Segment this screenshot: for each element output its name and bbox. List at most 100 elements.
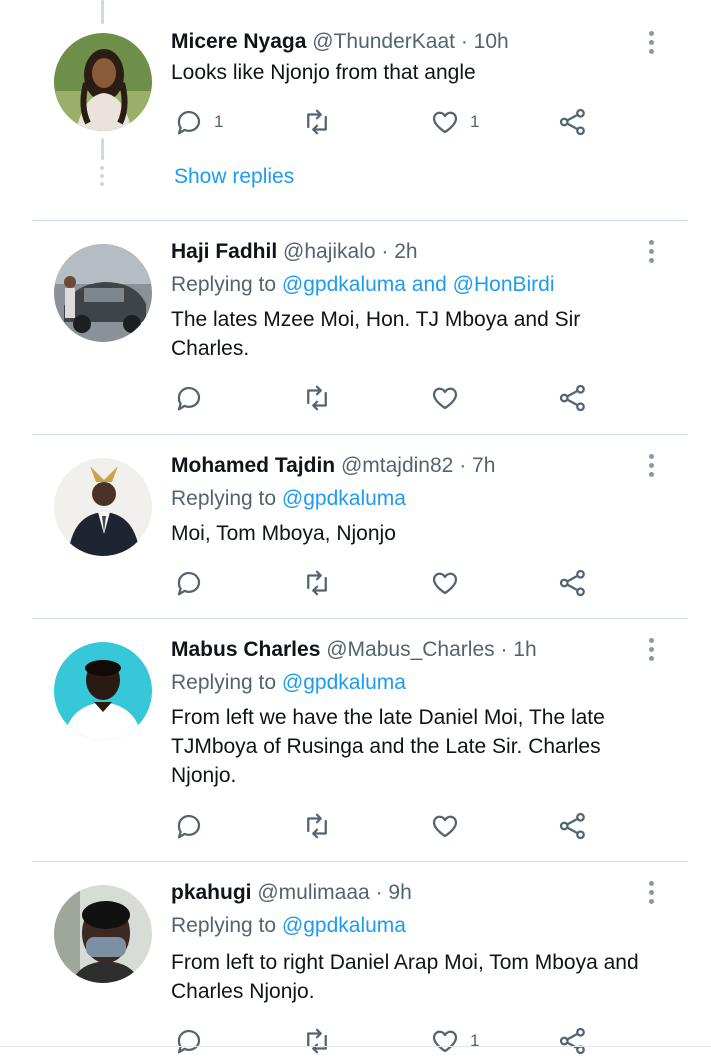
reply-icon <box>177 1029 201 1054</box>
timestamp[interactable]: · 2h <box>381 240 417 263</box>
mention-link[interactable]: @gpdkaluma <box>282 487 406 510</box>
tweet-actions: 1 1 <box>0 105 711 139</box>
tweet-header: Mabus Charles @Mabus_Charles · 1h <box>171 638 537 662</box>
share-icon <box>559 108 585 136</box>
tweet[interactable]: Micere Nyaga @ThunderKaat · 10h Looks li… <box>0 0 711 220</box>
like-button[interactable] <box>430 566 470 600</box>
heart-icon <box>432 111 458 134</box>
tweet-header: Haji Fadhil @hajikalo · 2h <box>171 240 418 264</box>
retweet-icon <box>307 1028 327 1054</box>
reply-icon <box>177 110 201 135</box>
handle[interactable]: @mulimaaa <box>257 881 369 904</box>
tweet[interactable]: Haji Fadhil @hajikalo · 2h Replying to @… <box>0 221 711 434</box>
timestamp[interactable]: · 10h <box>461 30 509 53</box>
retweet-icon <box>307 570 327 596</box>
share-button[interactable] <box>558 809 588 843</box>
tweet-actions: 1 <box>0 1024 711 1058</box>
more-options-icon[interactable] <box>646 881 656 908</box>
reply-button[interactable] <box>174 566 214 600</box>
display-name[interactable]: Haji Fadhil <box>171 240 277 263</box>
like-count: 1 <box>470 112 480 131</box>
share-icon <box>559 812 585 840</box>
tweet-header: Micere Nyaga @ThunderKaat · 10h <box>171 30 509 54</box>
retweet-icon <box>307 385 327 411</box>
mention-link[interactable]: @gpdkaluma <box>282 671 406 694</box>
handle[interactable]: @ThunderKaat <box>312 30 455 53</box>
heart-icon <box>432 815 458 838</box>
display-name[interactable]: pkahugi <box>171 881 252 904</box>
like-button[interactable]: 1 <box>430 1024 479 1058</box>
mention-link[interactable]: @gpdkaluma <box>282 914 406 937</box>
avatar[interactable] <box>54 885 152 983</box>
like-count: 1 <box>470 1031 480 1050</box>
retweet-button[interactable] <box>302 381 342 415</box>
reply-button[interactable] <box>174 809 214 843</box>
like-button[interactable]: 1 <box>430 105 479 139</box>
replying-to-label: Replying to <box>171 914 277 937</box>
share-icon <box>559 1027 585 1055</box>
tweet[interactable]: pkahugi @mulimaaa · 9h Replying to @gpdk… <box>0 862 711 1058</box>
reply-count: 1 <box>214 112 224 131</box>
more-options-icon[interactable] <box>646 454 656 481</box>
tweet[interactable]: Mohamed Tajdin @mtajdin82 · 7h Replying … <box>0 435 711 618</box>
retweet-button[interactable] <box>302 566 342 600</box>
handle[interactable]: @hajikalo <box>283 240 376 263</box>
tweet-text: The lates Mzee Moi, Hon. TJ Mboya and Si… <box>171 308 581 360</box>
replying-to: Replying to @gpdkaluma and @HonBirdi <box>171 273 555 297</box>
share-icon <box>559 569 585 597</box>
replying-to-label: Replying to <box>171 273 277 296</box>
tweet[interactable]: Mabus Charles @Mabus_Charles · 1h Replyi… <box>0 619 711 861</box>
mention-link[interactable]: @gpdkaluma and @HonBirdi <box>282 273 555 296</box>
tweet-text: From left to right Daniel Arap Moi, Tom … <box>171 951 639 1003</box>
like-button[interactable] <box>430 381 470 415</box>
retweet-icon <box>307 813 327 839</box>
tweet-actions <box>0 381 711 415</box>
handle[interactable]: @Mabus_Charles <box>326 638 494 661</box>
retweet-button[interactable] <box>302 1024 342 1058</box>
retweet-button[interactable] <box>302 105 342 139</box>
replying-to: Replying to @gpdkaluma <box>171 671 406 695</box>
timestamp[interactable]: · 7h <box>459 454 495 477</box>
reply-button[interactable] <box>174 1024 214 1058</box>
heart-icon <box>432 1030 458 1053</box>
retweet-button[interactable] <box>302 809 342 843</box>
replying-to-label: Replying to <box>171 671 277 694</box>
tweet-header: pkahugi @mulimaaa · 9h <box>171 881 412 905</box>
show-replies-link[interactable]: Show replies <box>174 165 294 189</box>
tweet-text: From left we have the late Daniel Moi, T… <box>171 706 605 787</box>
share-icon <box>559 384 585 412</box>
share-button[interactable] <box>558 105 588 139</box>
replying-to-label: Replying to <box>171 487 277 510</box>
replying-to: Replying to @gpdkaluma <box>171 914 406 938</box>
timestamp[interactable]: · 9h <box>376 881 412 904</box>
heart-icon <box>432 572 458 595</box>
retweet-icon <box>307 109 327 135</box>
replying-to: Replying to @gpdkaluma <box>171 487 406 511</box>
share-button[interactable] <box>558 1024 588 1058</box>
display-name[interactable]: Mabus Charles <box>171 638 320 661</box>
tweet-text: Looks like Njonjo from that angle <box>171 61 476 84</box>
reply-button[interactable] <box>174 381 214 415</box>
reply-icon <box>177 386 201 411</box>
avatar[interactable] <box>54 642 152 740</box>
timestamp[interactable]: · 1h <box>500 638 536 661</box>
share-button[interactable] <box>558 566 588 600</box>
more-options-icon[interactable] <box>646 638 656 665</box>
tweet-actions <box>0 566 711 600</box>
handle[interactable]: @mtajdin82 <box>341 454 453 477</box>
more-options-icon[interactable] <box>646 240 656 267</box>
display-name[interactable]: Micere Nyaga <box>171 30 306 53</box>
avatar[interactable] <box>54 244 152 342</box>
bottom-edge <box>0 1046 711 1047</box>
display-name[interactable]: Mohamed Tajdin <box>171 454 335 477</box>
heart-icon <box>432 387 458 410</box>
avatar[interactable] <box>54 458 152 556</box>
more-options-icon[interactable] <box>646 31 656 58</box>
reply-button[interactable]: 1 <box>174 105 223 139</box>
tweet-actions <box>0 809 711 843</box>
tweet-header: Mohamed Tajdin @mtajdin82 · 7h <box>171 454 495 478</box>
share-button[interactable] <box>558 381 588 415</box>
like-button[interactable] <box>430 809 470 843</box>
reply-icon <box>177 814 201 839</box>
tweet-text: Moi, Tom Mboya, Njonjo <box>171 522 396 545</box>
